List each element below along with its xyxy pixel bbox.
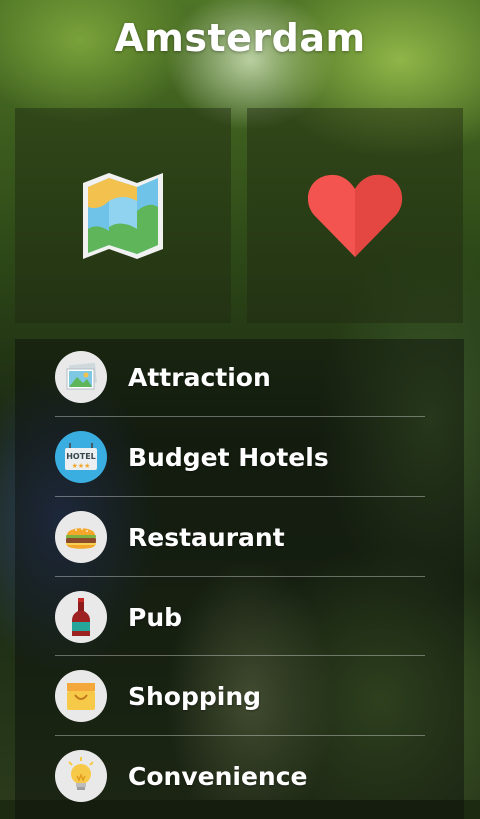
menu-item-label: Budget Hotels [128, 442, 329, 472]
menu-item-pub[interactable]: Pub [55, 577, 425, 657]
wine-bottle-icon [55, 591, 107, 643]
menu-item-label: Attraction [128, 362, 271, 392]
page-title: Amsterdam [114, 16, 366, 60]
menu-item-label: Shopping [128, 681, 262, 711]
svg-text:HOTEL: HOTEL [66, 452, 96, 461]
menu-item-restaurant[interactable]: Restaurant [55, 497, 425, 577]
map-icon [83, 172, 163, 259]
menu-item-budget-hotels[interactable]: HOTEL ★★★ Budget Hotels [55, 417, 425, 497]
menu-item-shopping[interactable]: Shopping [55, 656, 425, 736]
heart-icon [307, 174, 403, 257]
menu-item-label: Restaurant [128, 522, 285, 552]
burger-icon [55, 511, 107, 563]
menu-item-convenience[interactable]: Convenience [55, 736, 425, 816]
shopping-bag-icon [55, 670, 107, 722]
menu-item-attraction[interactable]: Attraction [55, 337, 425, 417]
favorites-tile[interactable] [247, 108, 463, 323]
hotel-sign-icon: HOTEL ★★★ [55, 431, 107, 483]
menu-item-label: Pub [128, 602, 183, 632]
svg-text:★★★: ★★★ [72, 462, 91, 470]
lightbulb-icon [55, 750, 107, 802]
menu-item-label: Convenience [128, 761, 308, 791]
photo-icon [55, 351, 107, 403]
map-tile[interactable] [15, 108, 231, 323]
